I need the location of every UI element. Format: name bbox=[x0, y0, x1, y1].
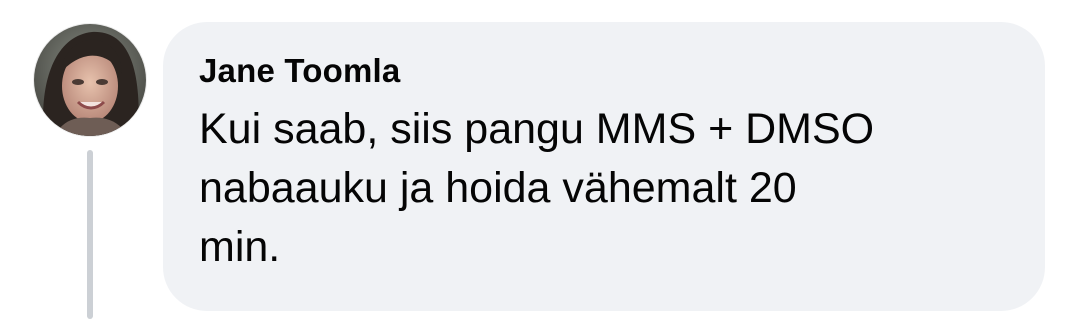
comment-author[interactable]: Jane Toomla bbox=[199, 50, 1009, 92]
comment-text: Kui saab, siis pangu MMS + DMSO nabaauku… bbox=[199, 100, 999, 277]
profile-photo-icon bbox=[34, 24, 146, 136]
thread-line bbox=[87, 150, 93, 319]
comment-bubble: Jane Toomla Kui saab, siis pangu MMS + D… bbox=[163, 22, 1045, 311]
comment-text-line: Kui saab, siis pangu MMS + DMSO bbox=[199, 105, 875, 153]
comment-text-line: min. bbox=[199, 223, 281, 271]
avatar[interactable] bbox=[34, 24, 146, 136]
comment-text-line: nabaauku ja hoida vähemalt 20 bbox=[199, 164, 797, 212]
